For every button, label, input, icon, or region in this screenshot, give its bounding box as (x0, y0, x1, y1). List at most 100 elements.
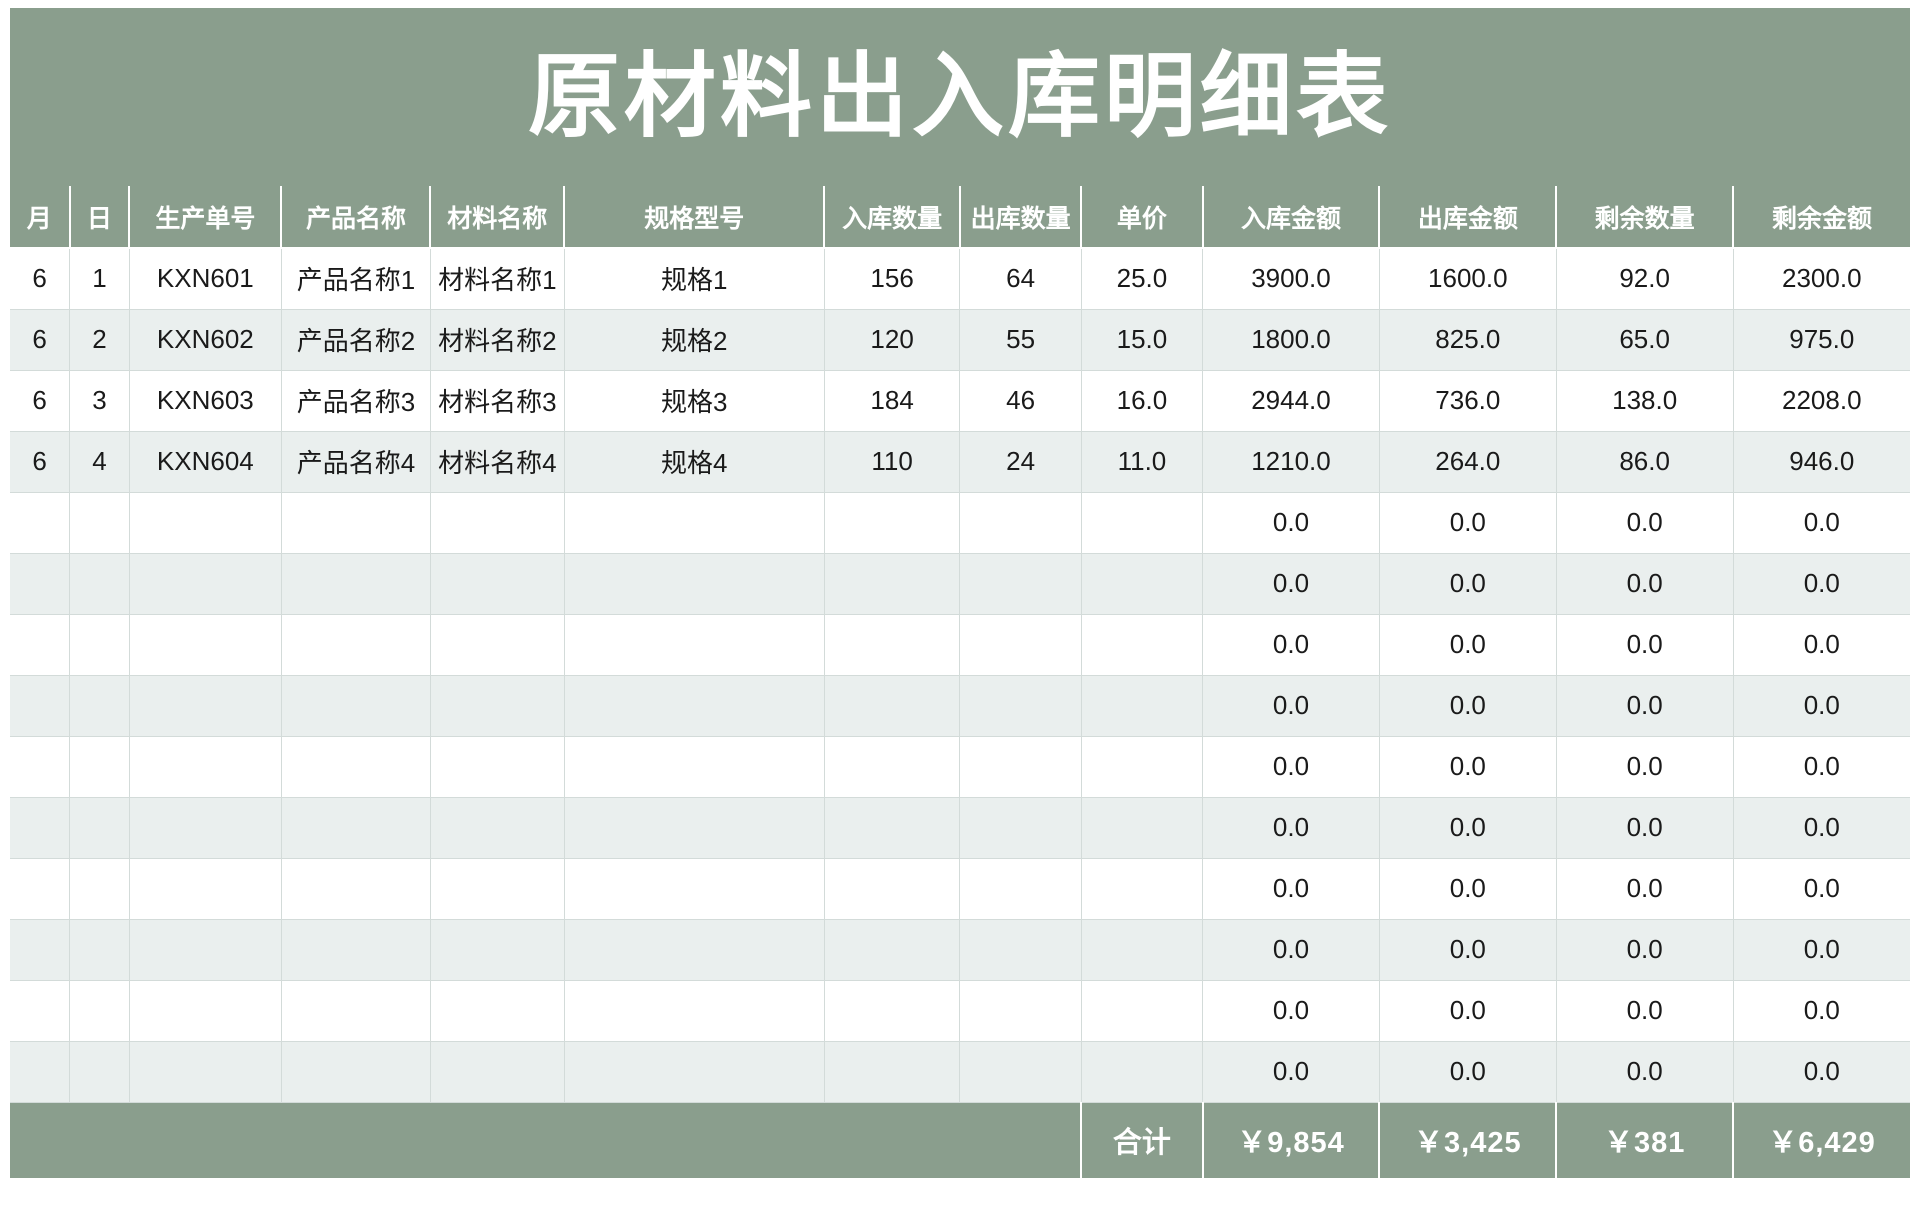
cell-in-amt[interactable]: 0.0 (1202, 797, 1380, 859)
cell-in-amt[interactable]: 0.0 (1202, 492, 1380, 554)
cell-left-qty[interactable]: 0.0 (1556, 1041, 1734, 1103)
cell-material[interactable]: 材料名称2 (430, 309, 565, 371)
col-header-out-amt[interactable]: 出库金额 (1379, 186, 1558, 249)
cell-day[interactable] (69, 675, 130, 737)
cell-material[interactable] (430, 492, 565, 554)
cell-month[interactable]: 6 (10, 431, 71, 493)
cell-day[interactable]: 1 (69, 248, 130, 310)
cell-product[interactable] (281, 553, 431, 615)
cell-spec[interactable] (564, 858, 825, 920)
cell-out-qty[interactable] (959, 919, 1082, 981)
cell-month[interactable] (10, 797, 71, 859)
cell-month[interactable] (10, 980, 71, 1042)
cell-price[interactable] (1081, 797, 1204, 859)
cell-out-qty[interactable] (959, 614, 1082, 676)
cell-price[interactable] (1081, 1041, 1204, 1103)
cell-left-amt[interactable]: 2208.0 (1733, 370, 1910, 432)
cell-left-amt[interactable]: 0.0 (1733, 614, 1910, 676)
cell-spec[interactable] (564, 919, 825, 981)
cell-in-qty[interactable] (824, 858, 961, 920)
cell-left-amt[interactable]: 0.0 (1733, 858, 1910, 920)
cell-left-qty[interactable]: 0.0 (1556, 919, 1734, 981)
cell-out-amt[interactable]: 0.0 (1379, 858, 1557, 920)
cell-price[interactable] (1081, 675, 1204, 737)
cell-month[interactable] (10, 553, 71, 615)
cell-left-amt[interactable]: 0.0 (1733, 492, 1910, 554)
cell-spec[interactable] (564, 980, 825, 1042)
cell-price[interactable]: 15.0 (1081, 309, 1204, 371)
cell-in-qty[interactable] (824, 1041, 961, 1103)
cell-spec[interactable]: 规格2 (564, 309, 825, 371)
cell-left-amt[interactable]: 2300.0 (1733, 248, 1910, 310)
cell-material[interactable] (430, 919, 565, 981)
cell-product[interactable]: 产品名称4 (281, 431, 431, 493)
cell-left-qty[interactable]: 0.0 (1556, 797, 1734, 859)
cell-price[interactable] (1081, 492, 1204, 554)
cell-out-amt[interactable]: 736.0 (1379, 370, 1557, 432)
cell-spec[interactable]: 规格3 (564, 370, 825, 432)
cell-price[interactable] (1081, 980, 1204, 1042)
cell-out-amt[interactable]: 264.0 (1379, 431, 1557, 493)
cell-price[interactable] (1081, 919, 1204, 981)
cell-out-qty[interactable] (959, 1041, 1082, 1103)
cell-product[interactable]: 产品名称2 (281, 309, 431, 371)
cell-out-amt[interactable]: 1600.0 (1379, 248, 1557, 310)
cell-day[interactable] (69, 858, 130, 920)
cell-left-amt[interactable]: 0.0 (1733, 797, 1910, 859)
col-header-left-qty[interactable]: 剩余数量 (1556, 186, 1735, 249)
cell-out-qty[interactable] (959, 553, 1082, 615)
cell-left-qty[interactable]: 86.0 (1556, 431, 1734, 493)
cell-day[interactable] (69, 736, 130, 798)
cell-product[interactable] (281, 980, 431, 1042)
cell-month[interactable] (10, 736, 71, 798)
cell-in-amt[interactable]: 0.0 (1202, 980, 1380, 1042)
cell-out-amt[interactable]: 0.0 (1379, 492, 1557, 554)
cell-product[interactable] (281, 675, 431, 737)
cell-in-amt[interactable]: 0.0 (1202, 1041, 1380, 1103)
cell-in-amt[interactable]: 0.0 (1202, 553, 1380, 615)
col-header-out-qty[interactable]: 出库数量 (959, 186, 1083, 249)
col-header-in-qty[interactable]: 入库数量 (824, 186, 961, 249)
cell-left-qty[interactable]: 0.0 (1556, 614, 1734, 676)
cell-order-no[interactable] (129, 980, 282, 1042)
cell-day[interactable] (69, 553, 130, 615)
cell-left-amt[interactable]: 975.0 (1733, 309, 1910, 371)
cell-left-qty[interactable]: 92.0 (1556, 248, 1734, 310)
cell-material[interactable] (430, 675, 565, 737)
cell-left-amt[interactable]: 946.0 (1733, 431, 1910, 493)
cell-out-qty[interactable] (959, 736, 1082, 798)
cell-out-qty[interactable]: 64 (959, 248, 1082, 310)
cell-in-amt[interactable]: 1800.0 (1202, 309, 1380, 371)
cell-day[interactable] (69, 614, 130, 676)
cell-in-qty[interactable] (824, 675, 961, 737)
cell-spec[interactable] (564, 675, 825, 737)
cell-in-qty[interactable] (824, 980, 961, 1042)
cell-price[interactable]: 11.0 (1081, 431, 1204, 493)
cell-product[interactable] (281, 858, 431, 920)
cell-product[interactable] (281, 1041, 431, 1103)
cell-left-amt[interactable]: 0.0 (1733, 980, 1910, 1042)
cell-order-no[interactable] (129, 919, 282, 981)
cell-in-amt[interactable]: 3900.0 (1202, 248, 1380, 310)
cell-order-no[interactable] (129, 797, 282, 859)
cell-in-qty[interactable] (824, 492, 961, 554)
cell-order-no[interactable] (129, 675, 282, 737)
col-header-left-amt[interactable]: 剩余金额 (1733, 186, 1910, 249)
cell-out-qty[interactable]: 55 (959, 309, 1082, 371)
cell-month[interactable]: 6 (10, 309, 71, 371)
cell-day[interactable] (69, 492, 130, 554)
cell-material[interactable] (430, 553, 565, 615)
cell-spec[interactable] (564, 1041, 825, 1103)
cell-in-qty[interactable] (824, 553, 961, 615)
cell-spec[interactable] (564, 736, 825, 798)
cell-out-qty[interactable] (959, 492, 1082, 554)
cell-material[interactable]: 材料名称3 (430, 370, 565, 432)
col-header-order-no[interactable]: 生产单号 (129, 186, 283, 249)
cell-out-amt[interactable]: 825.0 (1379, 309, 1557, 371)
col-header-price[interactable]: 单价 (1081, 186, 1204, 249)
cell-order-no[interactable] (129, 614, 282, 676)
cell-product[interactable]: 产品名称3 (281, 370, 431, 432)
cell-material[interactable] (430, 797, 565, 859)
cell-product[interactable] (281, 492, 431, 554)
cell-price[interactable] (1081, 858, 1204, 920)
